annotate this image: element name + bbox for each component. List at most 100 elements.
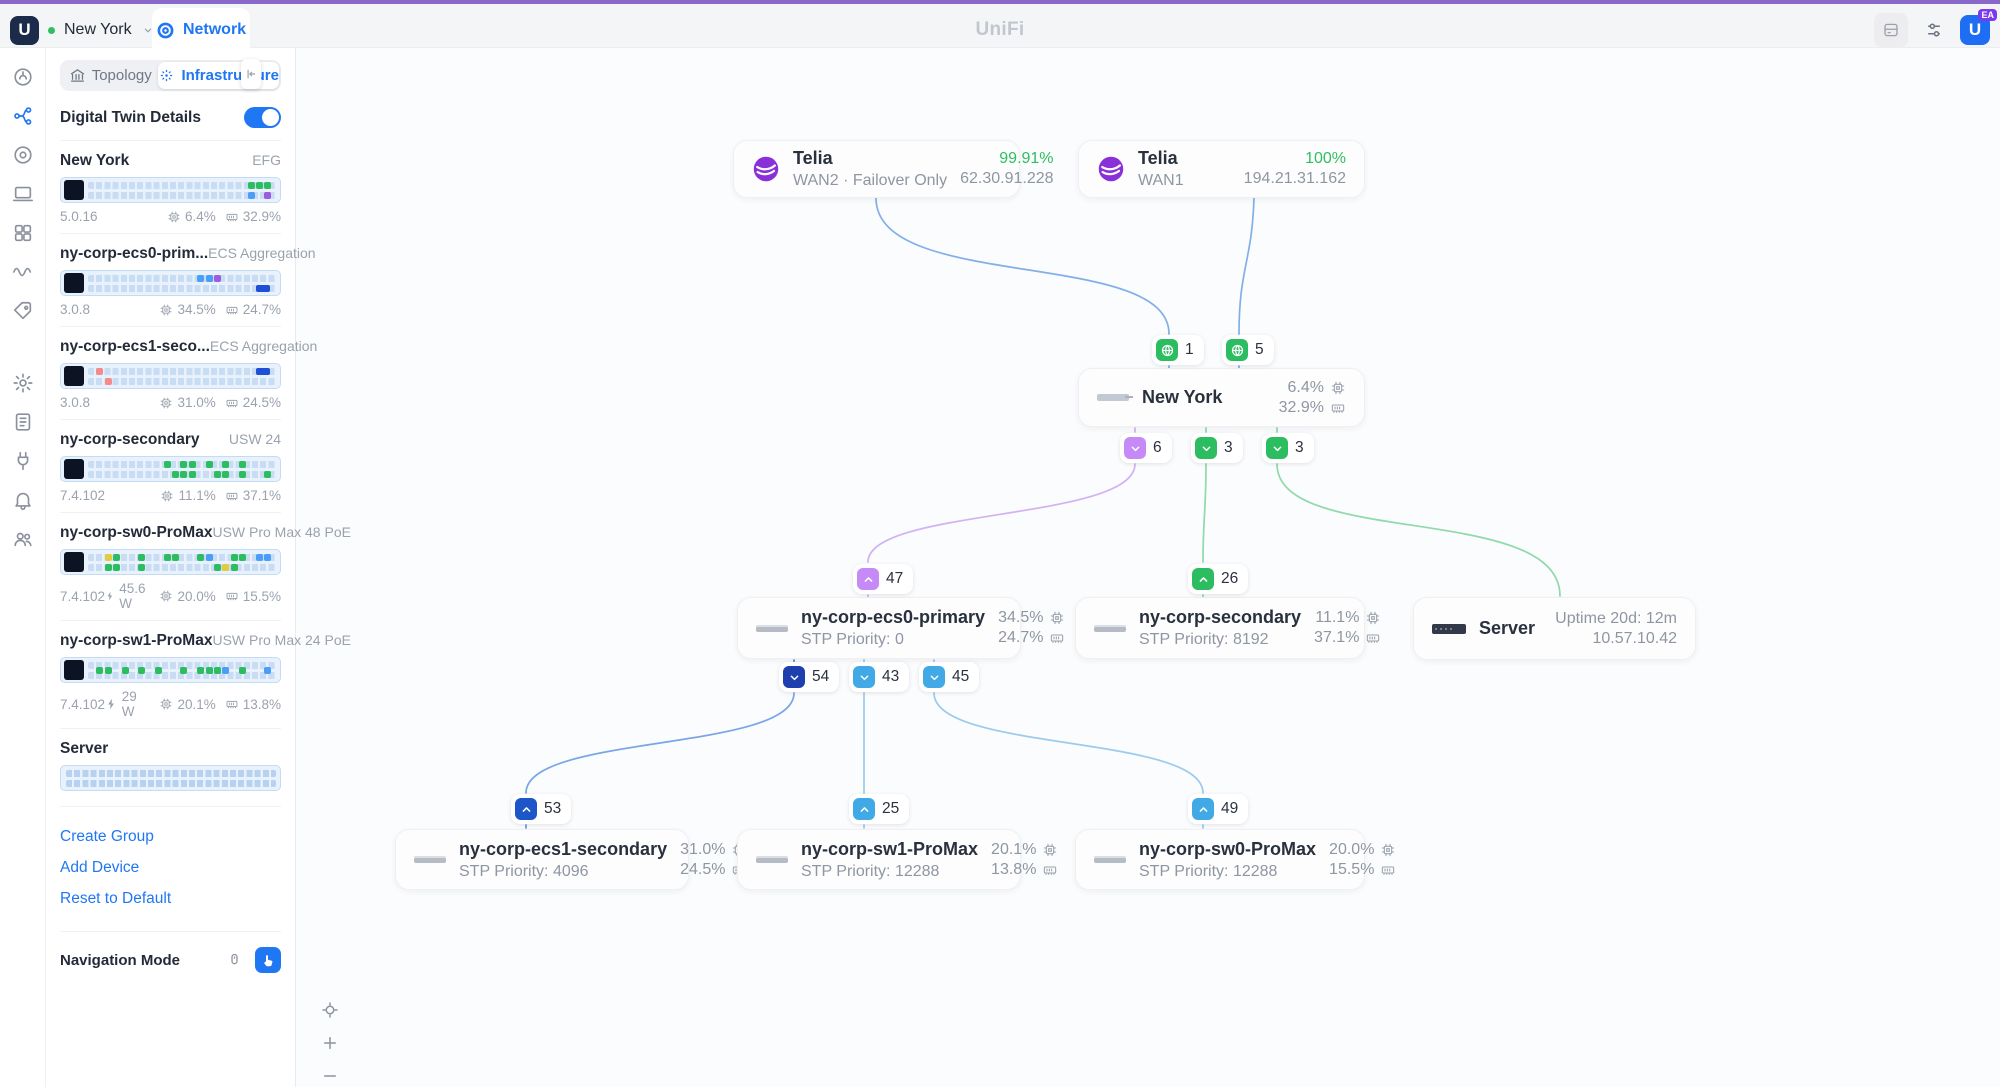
port-led	[105, 564, 112, 571]
nav-clients-icon[interactable]	[12, 183, 34, 205]
node-ny-corp-ecs0-primary[interactable]: ny-corp-ecs0-primarySTP Priority: 034.5%…	[737, 597, 1021, 659]
port-led	[248, 192, 255, 199]
unifi-logo: U	[10, 16, 39, 45]
port-led	[256, 368, 270, 375]
tab-network[interactable]: Network	[152, 8, 250, 52]
site-online-dot	[48, 27, 55, 34]
nav-integrations-icon[interactable]	[12, 450, 34, 472]
badge-wan-port-1[interactable]: 1	[1152, 335, 1204, 365]
nav-devices-icon[interactable]	[12, 144, 34, 166]
site-switcher[interactable]: U New York	[10, 8, 155, 52]
preferences-button[interactable]	[1919, 15, 1949, 45]
device-version: 3.0.8	[60, 395, 90, 410]
create-group-link[interactable]: Create Group	[60, 828, 281, 846]
switch-device-image	[756, 856, 788, 863]
badge-port-6[interactable]: 6	[1120, 433, 1172, 463]
badge-wan-port-5[interactable]: 5	[1222, 335, 1274, 365]
badge-port-54[interactable]: 54	[779, 662, 839, 692]
port-led	[180, 461, 187, 468]
node-server[interactable]: ServerUptime 20d: 12m10.57.10.42	[1413, 597, 1696, 660]
node-title: ny-corp-sw1-ProMax	[801, 839, 978, 860]
nav-policies-icon[interactable]	[12, 300, 34, 322]
device-name: Server	[60, 740, 108, 758]
badge-port-47[interactable]: 47	[853, 564, 913, 594]
port-led	[189, 471, 196, 478]
unifi-account-button[interactable]: U EA	[1960, 15, 1990, 45]
site-name: New York	[64, 21, 132, 39]
globe-icon	[1226, 339, 1248, 361]
port-led	[264, 471, 271, 478]
sidebar-device-ny-corp-secondary[interactable]: ny-corp-secondaryUSW 247.4.10211.1%37.1%	[60, 420, 281, 513]
device-version: 7.4.102	[60, 488, 105, 503]
node-stat-1: 6.4%	[1288, 379, 1324, 397]
badge-port-53[interactable]: 53	[511, 794, 571, 824]
digital-twin-toggle[interactable]	[244, 107, 281, 128]
port-led	[105, 378, 112, 385]
node-title: ny-corp-sw0-ProMax	[1139, 839, 1316, 860]
device-power: 29 W	[105, 689, 150, 719]
badge-port-3a[interactable]: 3	[1191, 433, 1243, 463]
badge-port-26[interactable]: 26	[1188, 564, 1248, 594]
nav-dashboard-icon[interactable]	[12, 66, 34, 88]
nav-mode-touch-button[interactable]	[255, 947, 281, 973]
sidebar-device-ny-corp-ecs1-seco-[interactable]: ny-corp-ecs1-seco...ECS Aggregation3.0.8…	[60, 327, 281, 420]
node-telia-wan1[interactable]: TeliaWAN1100%194.21.31.162	[1078, 140, 1365, 198]
badge-port-49[interactable]: 49	[1188, 794, 1248, 824]
sidebar-device-server[interactable]: Server	[60, 729, 281, 807]
nav-settings-icon[interactable]	[12, 372, 34, 394]
nav-mode-mouse-button[interactable]	[221, 947, 247, 973]
node-ny-corp-sw0-promax[interactable]: ny-corp-sw0-ProMaxSTP Priority: 1228820.…	[1075, 829, 1365, 890]
reset-to-default-link[interactable]: Reset to Default	[60, 890, 281, 908]
collapse-panel-button[interactable]	[241, 59, 261, 89]
sidebar-device-ny-corp-sw1-promax[interactable]: ny-corp-sw1-ProMaxUSW Pro Max 24 PoE7.4.…	[60, 621, 281, 729]
badge-port-25[interactable]: 25	[849, 794, 909, 824]
sidebar-device-ny-corp-sw0-promax[interactable]: ny-corp-sw0-ProMaxUSW Pro Max 48 PoE7.4.…	[60, 513, 281, 621]
node-new-york[interactable]: New York6.4%32.9%	[1078, 368, 1365, 427]
nav-insights-icon[interactable]	[12, 261, 34, 283]
badge-port-43[interactable]: 43	[849, 662, 909, 692]
locate-icon[interactable]	[320, 1000, 340, 1020]
nav-apps-icon[interactable]	[12, 222, 34, 244]
port-number: 26	[1221, 570, 1244, 588]
nav-admins-icon[interactable]	[12, 528, 34, 550]
port-led	[264, 182, 271, 189]
device-version: 5.0.16	[60, 209, 98, 224]
chevron-down-icon	[1124, 437, 1146, 459]
port-led	[138, 554, 145, 561]
tab-topology[interactable]: Topology	[62, 62, 158, 89]
port-number: 53	[544, 800, 567, 818]
zoom-in-icon[interactable]	[320, 1033, 340, 1053]
device-thumbnail	[64, 660, 84, 680]
badge-port-3b[interactable]: 3	[1262, 433, 1314, 463]
infrastructure-panel: Topology Infrastructure Digital Twin Det…	[46, 48, 296, 1087]
node-telia-wan2[interactable]: TeliaWAN2 · Failover Only99.91%62.30.91.…	[733, 140, 1020, 198]
sidebar-device-new-york[interactable]: New YorkEFG5.0.166.4%32.9%	[60, 141, 281, 234]
node-ny-corp-ecs1-secondary[interactable]: ny-corp-ecs1-secondarySTP Priority: 4096…	[395, 829, 689, 890]
node-ny-corp-secondary[interactable]: ny-corp-secondarySTP Priority: 819211.1%…	[1075, 597, 1365, 659]
node-ny-corp-sw1-promax[interactable]: ny-corp-sw1-ProMaxSTP Priority: 1228820.…	[737, 829, 1021, 890]
nav-topology-icon[interactable]	[12, 105, 34, 127]
switch-device-image	[756, 625, 788, 632]
device-model: ECS Aggregation	[208, 245, 315, 261]
topology-canvas[interactable]: TeliaWAN2 · Failover Only99.91%62.30.91.…	[0, 0, 2000, 1087]
port-led	[231, 554, 238, 561]
add-device-link[interactable]: Add Device	[60, 859, 281, 877]
device-name: ny-corp-ecs1-seco...	[60, 338, 210, 356]
port-led	[206, 461, 213, 468]
touch-icon	[260, 952, 277, 969]
telia-isp-logo	[1097, 155, 1125, 183]
nav-notifications-icon[interactable]	[12, 489, 34, 511]
nav-logs-icon[interactable]	[12, 411, 34, 433]
chevron-down-icon	[783, 666, 805, 688]
port-led	[96, 667, 103, 674]
sidebar-device-ny-corp-ecs0-prim-[interactable]: ny-corp-ecs0-prim...ECS Aggregation3.0.8…	[60, 234, 281, 327]
badge-port-45[interactable]: 45	[919, 662, 979, 692]
port-led	[122, 667, 129, 674]
port-led	[180, 471, 187, 478]
device-model: ECS Aggregation	[210, 338, 317, 354]
port-led	[155, 667, 162, 674]
device-port-bar	[60, 657, 281, 683]
port-led	[222, 667, 229, 674]
zoom-out-icon[interactable]	[320, 1066, 340, 1086]
console-button[interactable]	[1874, 13, 1908, 47]
